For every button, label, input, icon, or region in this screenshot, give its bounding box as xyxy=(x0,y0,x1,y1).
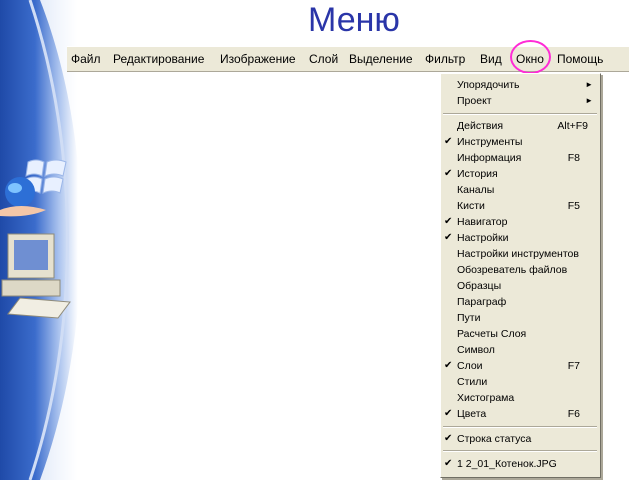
menu-item-file-browser[interactable]: Обозреватель файлов xyxy=(441,262,600,278)
menu-item-navigator[interactable]: ✔ Навигатор xyxy=(441,214,600,230)
menu-item-brushes[interactable]: Кисти F5 xyxy=(441,198,600,214)
menu-item-character[interactable]: Символ xyxy=(441,342,600,358)
submenu-arrow-icon: ► xyxy=(585,96,593,105)
menu-item-layer-comps[interactable]: Расчеты Слоя xyxy=(441,326,600,342)
checkmark-icon: ✔ xyxy=(444,458,453,469)
checkmark-icon: ✔ xyxy=(444,216,453,227)
menu-item-layers[interactable]: ✔ Слои F7 xyxy=(441,358,600,374)
menu-filter[interactable]: Фильтр xyxy=(425,47,465,71)
menu-separator xyxy=(443,113,597,115)
menu-edit[interactable]: Редактирование xyxy=(113,47,204,71)
computer-icon xyxy=(1,233,71,319)
menu-item-info[interactable]: Информация F8 xyxy=(441,150,600,166)
window-menu-dropdown: Упорядочить ► Проект ► Действия Alt+F9 ✔… xyxy=(440,73,601,478)
menu-item-tool-settings[interactable]: Настройки инструментов xyxy=(441,246,600,262)
menu-separator xyxy=(443,426,597,428)
menu-item-status-bar[interactable]: ✔ Строка статуса xyxy=(441,431,600,447)
checkmark-icon: ✔ xyxy=(444,136,453,147)
menu-layer[interactable]: Слой xyxy=(309,47,338,71)
menu-help[interactable]: Помощь xyxy=(557,47,603,71)
menu-item-project[interactable]: Проект ► xyxy=(441,93,600,109)
menu-item-actions[interactable]: Действия Alt+F9 xyxy=(441,118,600,134)
submenu-arrow-icon: ► xyxy=(585,80,593,89)
checkmark-icon: ✔ xyxy=(444,433,453,444)
menu-item-history[interactable]: ✔ История xyxy=(441,166,600,182)
menu-file[interactable]: Файл xyxy=(71,47,101,71)
checkmark-icon: ✔ xyxy=(444,232,453,243)
menu-select[interactable]: Выделение xyxy=(349,47,413,71)
menu-item-settings[interactable]: ✔ Настройки xyxy=(441,230,600,246)
menu-item-color[interactable]: ✔ Цвета F6 xyxy=(441,406,600,422)
menu-separator xyxy=(443,450,597,452)
menu-item-paths[interactable]: Пути xyxy=(441,310,600,326)
menu-item-tools[interactable]: ✔ Инструменты xyxy=(441,134,600,150)
menu-item-channels[interactable]: Каналы xyxy=(441,182,600,198)
menu-item-open-document[interactable]: ✔ 1 2_01_Котенок.JPG xyxy=(441,456,600,472)
slide-title: Меню xyxy=(308,1,400,39)
menu-item-histogram[interactable]: Хистограма xyxy=(441,390,600,406)
menu-item-styles[interactable]: Стили xyxy=(441,374,600,390)
menu-item-arrange[interactable]: Упорядочить ► xyxy=(441,77,600,93)
menu-item-paragraph[interactable]: Параграф xyxy=(441,294,600,310)
checkmark-icon: ✔ xyxy=(444,168,453,179)
checkmark-icon: ✔ xyxy=(444,360,453,371)
checkmark-icon: ✔ xyxy=(444,408,453,419)
menu-image[interactable]: Изображение xyxy=(220,47,296,71)
menu-view[interactable]: Вид xyxy=(480,47,502,71)
menu-item-swatches[interactable]: Образцы xyxy=(441,278,600,294)
globe-in-hand-icon xyxy=(0,177,46,217)
highlight-circle xyxy=(510,40,551,74)
